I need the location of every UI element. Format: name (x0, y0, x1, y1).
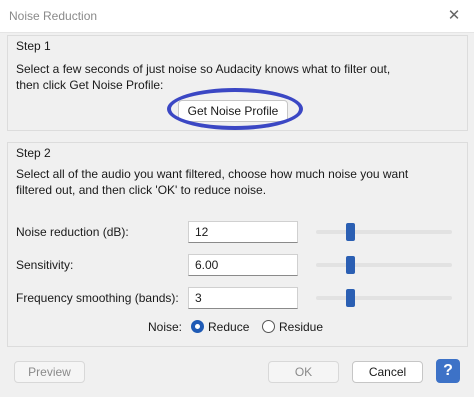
help-icon[interactable]: ? (436, 359, 460, 383)
frequency-smoothing-label: Frequency smoothing (bands): (16, 291, 179, 305)
sensitivity-slider-thumb[interactable] (346, 256, 355, 274)
step2-description: Select all of the audio you want filtere… (16, 166, 408, 198)
step2-group: Step 2 Select all of the audio you want … (7, 142, 468, 347)
step2-line2: filtered out, and then click 'OK' to red… (16, 183, 267, 197)
ok-button[interactable]: OK (268, 361, 339, 383)
window-title: Noise Reduction (9, 9, 98, 23)
step1-legend: Step 1 (16, 39, 51, 53)
cancel-button[interactable]: Cancel (352, 361, 423, 383)
frequency-smoothing-slider-thumb[interactable] (346, 289, 355, 307)
noise-reduction-label: Noise reduction (dB): (16, 225, 129, 239)
step2-line1: Select all of the audio you want filtere… (16, 167, 409, 181)
step2-legend: Step 2 (16, 146, 51, 160)
frequency-smoothing-input[interactable]: 3 (188, 287, 298, 309)
noise-reduction-slider[interactable] (316, 223, 452, 241)
preview-button[interactable]: Preview (14, 361, 85, 383)
sensitivity-input[interactable]: 6.00 (188, 254, 298, 276)
step1-description: Select a few seconds of just noise so Au… (16, 61, 390, 93)
sensitivity-slider[interactable] (316, 256, 452, 274)
annotation-oval (167, 88, 303, 130)
residue-radio[interactable] (262, 320, 275, 333)
sensitivity-label: Sensitivity: (16, 258, 74, 272)
noise-reduction-input[interactable]: 12 (188, 221, 298, 243)
noise-label: Noise: (148, 320, 183, 334)
noise-reduction-slider-thumb[interactable] (346, 223, 355, 241)
title-bar: Noise Reduction ✕ (0, 0, 474, 33)
residue-radio-label[interactable]: Residue (279, 320, 323, 334)
step1-line1: Select a few seconds of just noise so Au… (16, 62, 391, 76)
frequency-smoothing-slider[interactable] (316, 289, 452, 307)
reduce-radio[interactable] (191, 320, 204, 333)
close-icon[interactable]: ✕ (444, 6, 464, 26)
reduce-radio-label[interactable]: Reduce (208, 320, 249, 334)
